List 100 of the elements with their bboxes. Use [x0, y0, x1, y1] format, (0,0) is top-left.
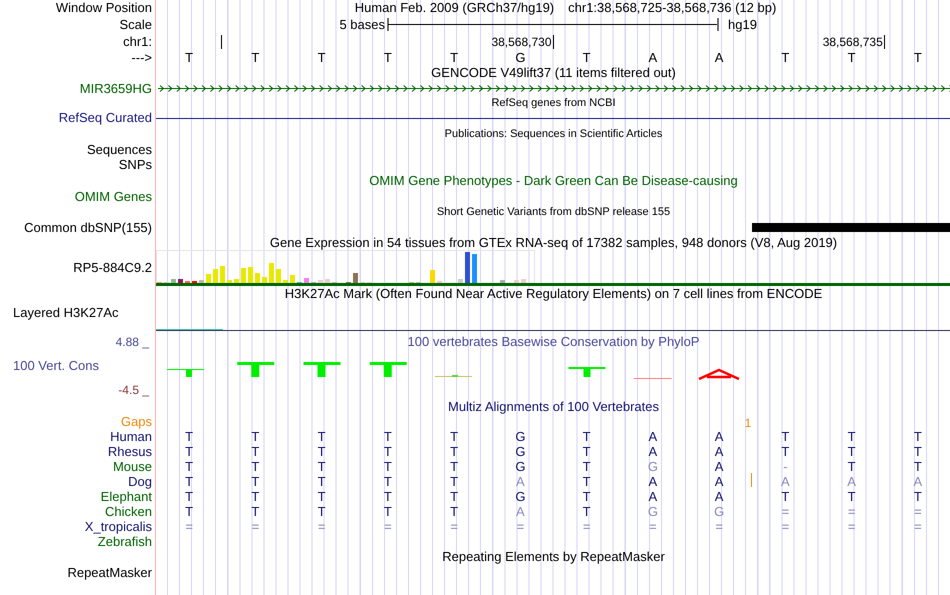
base-letter: T [450, 505, 458, 518]
base-letter: G [515, 430, 526, 443]
base-letter: A [714, 51, 724, 64]
base-letter: T [251, 445, 260, 458]
base-letter: T [582, 445, 591, 458]
base-letter: = [318, 520, 326, 533]
base-letter: T [185, 51, 194, 64]
base-letter: = [384, 520, 392, 533]
base-letter: T [318, 460, 326, 473]
base-letter: T [318, 51, 326, 64]
base-letter: = [649, 520, 657, 533]
base-letter: T [384, 505, 392, 518]
base-letter: T [185, 490, 194, 503]
base-letter: G [515, 460, 526, 473]
axis-max-label: 4.88 _ [116, 334, 149, 351]
base-letter: T [251, 490, 260, 503]
base-letter: A [648, 445, 658, 458]
base-letter: A [516, 475, 525, 488]
base-letter: A [714, 430, 724, 443]
base-letter: = [782, 520, 790, 533]
base-letter: T [582, 460, 591, 473]
base-letter: T [384, 51, 392, 64]
track-label: Scale [119, 16, 152, 34]
track-label: RP5-884C9.2 [73, 259, 152, 278]
base-letter: = [848, 520, 856, 533]
species-label: Elephant [100, 488, 152, 506]
axis-min-label: -4.5 _ [118, 382, 149, 399]
track-label: Common dbSNP(155) [24, 218, 152, 237]
track-label: MIR3659HG [80, 80, 152, 98]
track-title: Multiz Alignments of 100 Vertebrates [448, 398, 659, 416]
base-letter: T [582, 51, 591, 64]
position-label: 38,568,730 [491, 34, 552, 51]
scale-text: 5 bases [339, 16, 385, 34]
base-letter: = [582, 520, 590, 533]
position-tick [884, 35, 885, 49]
base-letter: T [251, 51, 260, 64]
position-tick [552, 35, 554, 49]
position-tick [221, 35, 222, 49]
base-letter: = [782, 505, 790, 518]
base-letter: = [715, 520, 723, 533]
base-letter: A [648, 430, 658, 443]
base-letter: T [582, 430, 591, 443]
base-letter: T [914, 430, 922, 443]
base-letter: - [783, 460, 788, 473]
gap-count: 1 [744, 415, 752, 432]
track-label: Window Position [56, 0, 152, 18]
base-letter: T [450, 51, 458, 64]
track-label: Sequences [86, 140, 152, 159]
track-label: SNPs [118, 157, 152, 174]
position-text: chr1:38,568,725-38,568,736 (12 bp) [568, 0, 776, 18]
base-letter: A [516, 505, 525, 518]
base-letter: = [914, 505, 922, 518]
track-label: OMIM Genes [74, 188, 152, 206]
base-letter: A [648, 475, 658, 488]
base-letter: = [516, 520, 524, 533]
track-title: Gene Expression in 54 tissues from GTEx RNA-seq of 17382 samples, 948 donors (V8, Aug 2019) [270, 234, 838, 252]
base-letter: T [781, 51, 790, 64]
base-letter: A [648, 490, 658, 503]
base-letter: T [914, 460, 922, 473]
scale-db-text: hg19 [727, 16, 757, 34]
species-label: Zebrafish [98, 534, 152, 551]
base-letter: A [714, 475, 724, 488]
track-label: RepeatMasker [67, 564, 152, 582]
base-letter: T [318, 505, 326, 518]
base-letter: T [914, 490, 922, 503]
base-letter: T [450, 490, 458, 503]
base-letter: T [185, 430, 194, 443]
base-letter: = [185, 520, 193, 533]
base-letter: T [848, 460, 856, 473]
base-letter: G [515, 490, 526, 503]
base-letter: G [648, 505, 658, 518]
base-letter: T [318, 490, 326, 503]
position-label: 38,568,735 [822, 34, 884, 51]
base-letter: T [450, 475, 458, 488]
base-letter: = [848, 505, 856, 518]
base-letter: T [318, 475, 326, 488]
base-letter: = [252, 520, 260, 533]
base-letter: T [384, 490, 392, 503]
track-title: RefSeq genes from NCBI [491, 96, 616, 111]
base-letter: T [848, 51, 856, 64]
track-title: Repeating Elements by RepeatMasker [442, 548, 665, 566]
base-letter: T [582, 490, 591, 503]
base-letter: T [251, 430, 260, 443]
track-label: ---> [131, 48, 152, 67]
base-letter: = [450, 520, 458, 533]
base-letter: T [914, 445, 922, 458]
track-title: GENCODE V49lift37 (11 items filtered out) [431, 64, 676, 82]
base-letter: T [185, 505, 194, 518]
base-letter: A [914, 475, 922, 488]
base-letter: T [185, 445, 194, 458]
track-title: Publications: Sequences in Scientific Articles [444, 126, 662, 142]
base-letter: T [251, 475, 260, 488]
base-letter: A [714, 445, 724, 458]
track-title: Short Genetic Variants from dbSNP release 155 [436, 204, 670, 220]
track-title: H3K27Ac Mark (Often Found Near Active Regulatory Elements) on 7 cell lines from ENCODE [284, 285, 822, 304]
base-letter: T [781, 490, 790, 503]
base-letter: T [848, 445, 856, 458]
track-label: 100 Vert. Cons [13, 357, 99, 376]
base-letter: G [515, 445, 526, 458]
base-letter: T [582, 475, 591, 488]
